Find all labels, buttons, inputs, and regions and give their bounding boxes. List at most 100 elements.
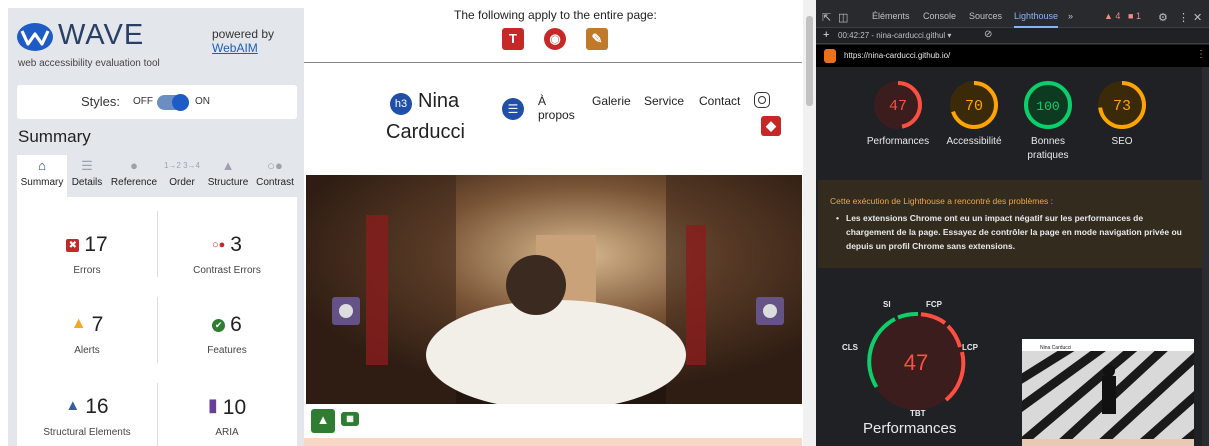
score-label-3: Bonnes pratiques xyxy=(1027,136,1069,161)
document-alert-icon[interactable]: ✎ xyxy=(586,28,608,50)
link-error-icon[interactable]: ◆ xyxy=(761,116,781,136)
structural-label: Structural Elements xyxy=(43,427,131,438)
tab-console[interactable]: Console xyxy=(923,11,956,21)
metric-fcp: FCP xyxy=(926,300,942,309)
page-screenshot-thumbnail[interactable]: Nina Carducci xyxy=(1022,339,1194,446)
tab-label: Structure xyxy=(207,177,249,188)
applies-note: The following apply to the entire page: xyxy=(454,8,657,22)
url-menu-icon[interactable]: ⋮ xyxy=(1196,49,1206,60)
score-gauge-4[interactable]: 73 xyxy=(1097,80,1147,130)
tab-summary[interactable]: ⌂ Summary xyxy=(17,155,67,197)
structure-icon: ▲ xyxy=(65,397,81,414)
alerts-count: 7 xyxy=(91,313,104,336)
report-selector[interactable]: 00:42:27 - nina-carducci.githul ▾ xyxy=(838,31,951,40)
tab-contrast[interactable]: ○● Contrast xyxy=(253,155,297,197)
score-label-2: Accessibilité xyxy=(946,136,1002,147)
contrast-errors-stat[interactable]: ○● 3 Contrast Errors xyxy=(157,217,297,300)
wave-logo-icon xyxy=(17,23,53,51)
aria-icon: ▮ xyxy=(207,395,218,415)
heading-h3-icon[interactable]: h3 xyxy=(390,93,412,115)
inspect-icon[interactable]: ⇱ xyxy=(822,11,831,24)
devtools-tab-bar: ⇱ ◫ Éléments Console Sources Lighthouse … xyxy=(816,0,1209,28)
styles-off-label: OFF xyxy=(133,96,153,107)
settings-icon[interactable]: ⚙ xyxy=(1158,11,1168,24)
summary-title: Summary xyxy=(18,127,91,146)
structure-icon: ▲ xyxy=(221,158,235,173)
structural-stat[interactable]: ▲ 16 Structural Elements xyxy=(17,379,157,446)
info-icon: ● xyxy=(130,158,138,173)
errors-badge[interactable]: ■ 1 xyxy=(1128,11,1141,21)
hero-image xyxy=(306,175,802,404)
warning-item: Les extensions Chrome ont eu un impact n… xyxy=(836,211,1186,253)
score-value: 73 xyxy=(1113,98,1131,115)
summary-cards: ✖ 17 Errors ○● 3 Contrast Errors ▲ 7 Alerts… xyxy=(17,197,297,446)
page-scrollbar[interactable] xyxy=(803,0,816,446)
alerts-label: Alerts xyxy=(74,345,100,356)
features-label: Features xyxy=(207,345,247,356)
aria-label: ARIA xyxy=(215,427,239,438)
device-toolbar-icon[interactable]: ◫ xyxy=(838,11,848,24)
score-gauge-2[interactable]: 70 xyxy=(949,80,999,130)
score-value: 47 xyxy=(889,98,907,115)
styles-label: Styles: xyxy=(81,94,121,109)
site-brand-line1: Nina xyxy=(418,90,460,112)
thumbnail-image xyxy=(1022,351,1194,446)
tab-sources[interactable]: Sources xyxy=(969,11,1002,21)
score-gauge-3[interactable]: 100 xyxy=(1023,80,1073,130)
score-gauge-1[interactable]: 47 xyxy=(873,80,923,130)
features-stat[interactable]: ✔ 6 Features xyxy=(157,297,297,380)
page-divider xyxy=(304,62,802,63)
image-alt-feature-icon[interactable]: ▲ xyxy=(311,409,335,433)
url-bar: https://nina-carducci.github.io/ ⋮ xyxy=(816,45,1209,67)
wave-tagline: web accessibility evaluation tool xyxy=(18,58,160,69)
more-tabs-icon[interactable]: » xyxy=(1068,11,1073,21)
alerts-stat[interactable]: ▲ 7 Alerts xyxy=(17,297,157,380)
new-report-icon[interactable]: + xyxy=(823,29,829,41)
tab-lighthouse[interactable]: Lighthouse xyxy=(1014,11,1059,28)
aria-count: 10 xyxy=(222,396,247,419)
warning-box: Cette exécution de Lighthouse a rencontr… xyxy=(818,180,1203,268)
nav-link-contact[interactable]: Contact xyxy=(699,94,740,108)
tab-label: Order xyxy=(169,177,195,188)
metric-si: SI xyxy=(883,300,891,309)
evaluated-page: The following apply to the entire page: … xyxy=(304,0,816,446)
tab-elements[interactable]: Éléments xyxy=(872,11,910,21)
errors-stat[interactable]: ✖ 17 Errors xyxy=(17,217,157,300)
tab-details[interactable]: ☰ Details xyxy=(67,155,107,197)
score-label-4: SEO xyxy=(1111,136,1133,147)
aria-stat[interactable]: ▮ 10 ARIA xyxy=(157,379,297,446)
feature-icon: ✔ xyxy=(212,319,226,332)
contrast-errors-label: Contrast Errors xyxy=(193,265,261,276)
missing-title-icon[interactable]: T xyxy=(502,28,524,50)
close-icon[interactable]: ✕ xyxy=(1193,11,1202,24)
features-count: 6 xyxy=(230,313,242,336)
devtools-scrollbar[interactable] xyxy=(1202,67,1209,446)
score-value: 100 xyxy=(1036,99,1059,114)
tab-structure[interactable]: ▲ Structure xyxy=(203,155,253,197)
nav-link-service[interactable]: Service xyxy=(644,94,684,108)
styles-toggle-box: Styles: OFF ON xyxy=(17,85,297,119)
more-options-icon[interactable]: ⋮ xyxy=(1178,11,1189,24)
styles-toggle[interactable] xyxy=(157,94,189,111)
report-bar: + 00:42:27 - nina-carducci.githul ▾ ⊘ xyxy=(816,28,1209,44)
tab-reference[interactable]: ● Reference xyxy=(107,155,161,197)
powered-by: powered by WebAIM xyxy=(212,27,274,55)
instagram-icon[interactable] xyxy=(754,92,770,108)
score-label-1: Performances xyxy=(866,136,930,147)
nav-link-apropos[interactable]: À propos xyxy=(538,94,578,122)
order-icon: 1→2 3→4 xyxy=(163,161,201,170)
errors-count: 17 xyxy=(84,233,108,256)
wave-sidebar: WAVE web accessibility evaluation tool p… xyxy=(8,8,304,446)
warnings-badge[interactable]: ▲ 4 xyxy=(1104,11,1120,21)
webaim-link[interactable]: WebAIM xyxy=(212,41,274,55)
audited-url: https://nina-carducci.github.io/ xyxy=(844,51,951,60)
tab-order[interactable]: 1→2 3→4 Order xyxy=(161,155,203,197)
contrast-error-icon: ○● xyxy=(212,239,226,251)
nav-link-galerie[interactable]: Galerie xyxy=(592,94,631,108)
lighthouse-icon xyxy=(824,49,836,63)
metric-tbt: TBT xyxy=(910,409,926,418)
figure-feature-icon[interactable]: ▦ xyxy=(341,412,359,426)
list-structure-icon[interactable]: ☰ xyxy=(502,98,524,120)
language-error-icon[interactable]: ◉ xyxy=(544,28,566,50)
clear-icon[interactable]: ⊘ xyxy=(984,29,992,40)
